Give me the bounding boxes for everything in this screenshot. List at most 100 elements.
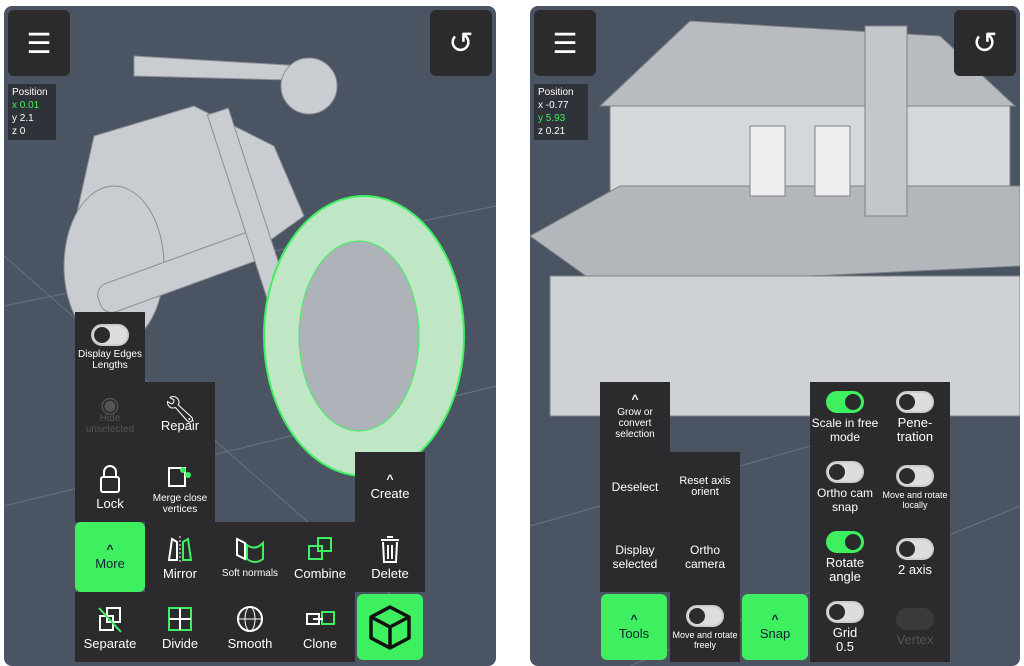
position-readout: Position x 0.01 y 2.1 z 0 (8, 84, 56, 140)
more-button[interactable]: ^ More (75, 522, 145, 592)
scale-free-toggle[interactable]: Scale in free mode (810, 382, 880, 452)
ortho-cam-snap-toggle[interactable]: Ortho cam snap (810, 452, 880, 522)
hamburger-icon: ☰ (26, 27, 52, 59)
label: Smooth (227, 635, 273, 651)
wrench-icon: 🔧︎ (163, 393, 197, 424)
label: Divide (161, 635, 199, 651)
label: Rotate angle (825, 554, 865, 584)
label: Ortho camera (684, 543, 725, 571)
sphere-icon (237, 605, 263, 632)
label: Move and rotate locally (882, 489, 948, 510)
grow-selection-button[interactable]: ^ Grow or convert selection (600, 382, 670, 452)
clone-icon (306, 610, 335, 625)
toggle (826, 460, 864, 483)
soft-normals-icon (236, 537, 264, 563)
separate-button[interactable]: Separate (75, 592, 145, 662)
undo-button[interactable]: ↺ (430, 10, 492, 76)
position-x: x 0.01 (12, 100, 40, 111)
label: Vertex (896, 631, 934, 647)
snap-button[interactable]: ^ Snap (742, 594, 808, 660)
position-y: y 2.1 (12, 113, 34, 124)
mirror-button[interactable]: Mirror (145, 522, 215, 592)
position-title: Position (12, 87, 48, 98)
toggle (896, 607, 934, 630)
label: Merge close vertices (152, 492, 208, 515)
smooth-button[interactable]: Smooth (215, 592, 285, 662)
display-selected-button[interactable]: Display selected (600, 522, 670, 592)
label: Create (370, 485, 410, 501)
chevron-up-icon: ^ (631, 392, 639, 406)
chevron-up-icon: ^ (386, 471, 394, 486)
label: Clone (303, 635, 337, 651)
menu-button[interactable]: ☰ (8, 10, 70, 76)
vertex-toggle: Vertex (880, 592, 950, 662)
eye-icon: ◉ (100, 392, 120, 417)
label: Grow or convert selection (615, 407, 655, 440)
move-freely-toggle[interactable]: Move and rotate freely (670, 592, 740, 662)
position-y: y 5.93 (538, 113, 566, 124)
two-axis-toggle[interactable]: 2 axis (880, 522, 950, 592)
merge-vertices-button[interactable]: Merge close vertices (145, 452, 215, 522)
toggle (826, 530, 864, 553)
label: Scale in free mode (811, 415, 879, 444)
separate-icon (98, 606, 122, 633)
undo-button[interactable]: ↺ (954, 10, 1016, 76)
label: Separate (83, 635, 137, 651)
menu-button[interactable]: ☰ (534, 10, 596, 76)
soft-normals-button[interactable]: Soft normals (215, 522, 285, 592)
combine-icon (308, 536, 332, 560)
label: Reset axis orient (679, 475, 731, 498)
ortho-camera-button[interactable]: Ortho camera (670, 522, 740, 592)
hamburger-icon: ☰ (552, 27, 578, 59)
chevron-up-icon: ^ (771, 611, 779, 626)
position-z: z 0.21 (538, 126, 566, 137)
label: Hide unselected (85, 413, 135, 435)
label: Move and rotate freely (672, 629, 738, 650)
clone-button[interactable]: Clone (285, 592, 355, 662)
divide-button[interactable]: Divide (145, 592, 215, 662)
divide-icon (168, 606, 192, 631)
label: Delete (371, 565, 409, 581)
label: Snap (759, 625, 791, 641)
hide-unselected-button: ◉ Hide unselected (75, 382, 145, 452)
label: Deselect (611, 479, 659, 494)
chevron-up-icon: ^ (630, 611, 638, 626)
tools-button[interactable]: ^ Tools (601, 594, 667, 660)
undo-icon: ↺ (448, 26, 474, 60)
penetration-toggle[interactable]: Pene-tration (880, 382, 950, 452)
label: Display selected (612, 543, 658, 571)
position-x: x -0.77 (538, 100, 569, 111)
position-title: Position (538, 87, 574, 98)
toggle (896, 390, 934, 413)
move-locally-toggle[interactable]: Move and rotate locally (880, 452, 950, 522)
chevron-up-icon: ^ (106, 541, 114, 556)
position-readout: Position x -0.77 y 5.93 z 0.21 (534, 84, 588, 140)
toggle (896, 464, 934, 487)
toggle (91, 323, 129, 346)
create-button[interactable]: ^ Create (355, 452, 425, 522)
grid-toggle[interactable]: Grid 0.5 (810, 592, 880, 662)
deselect-button[interactable]: Deselect (600, 452, 670, 522)
label: Pene-tration (896, 414, 934, 444)
label: Mirror (163, 565, 197, 581)
repair-button[interactable]: 🔧︎ Repair (145, 382, 215, 452)
position-z: z 0 (12, 126, 26, 137)
label: More (95, 555, 125, 571)
label: Ortho cam snap (816, 485, 873, 514)
delete-button[interactable]: Delete (355, 522, 425, 592)
combine-button[interactable]: Combine (285, 522, 355, 592)
label: Soft normals (221, 568, 279, 579)
label: Grid 0.5 (832, 624, 858, 654)
label: 2 axis (898, 561, 932, 577)
label: Combine (293, 565, 347, 581)
lock-icon (100, 464, 120, 493)
merge-icon (168, 466, 191, 487)
display-edges-toggle[interactable]: Display Edges Lengths (75, 312, 145, 382)
mirror-icon (167, 535, 193, 562)
rotate-angle-toggle[interactable]: Rotate angle (810, 522, 880, 592)
reset-axis-button[interactable]: Reset axis orient (670, 452, 740, 522)
label: Display Edges Lengths (78, 348, 142, 371)
toggle (686, 604, 724, 627)
lock-button[interactable]: Lock (75, 452, 145, 522)
object-mode-button[interactable] (357, 594, 423, 660)
